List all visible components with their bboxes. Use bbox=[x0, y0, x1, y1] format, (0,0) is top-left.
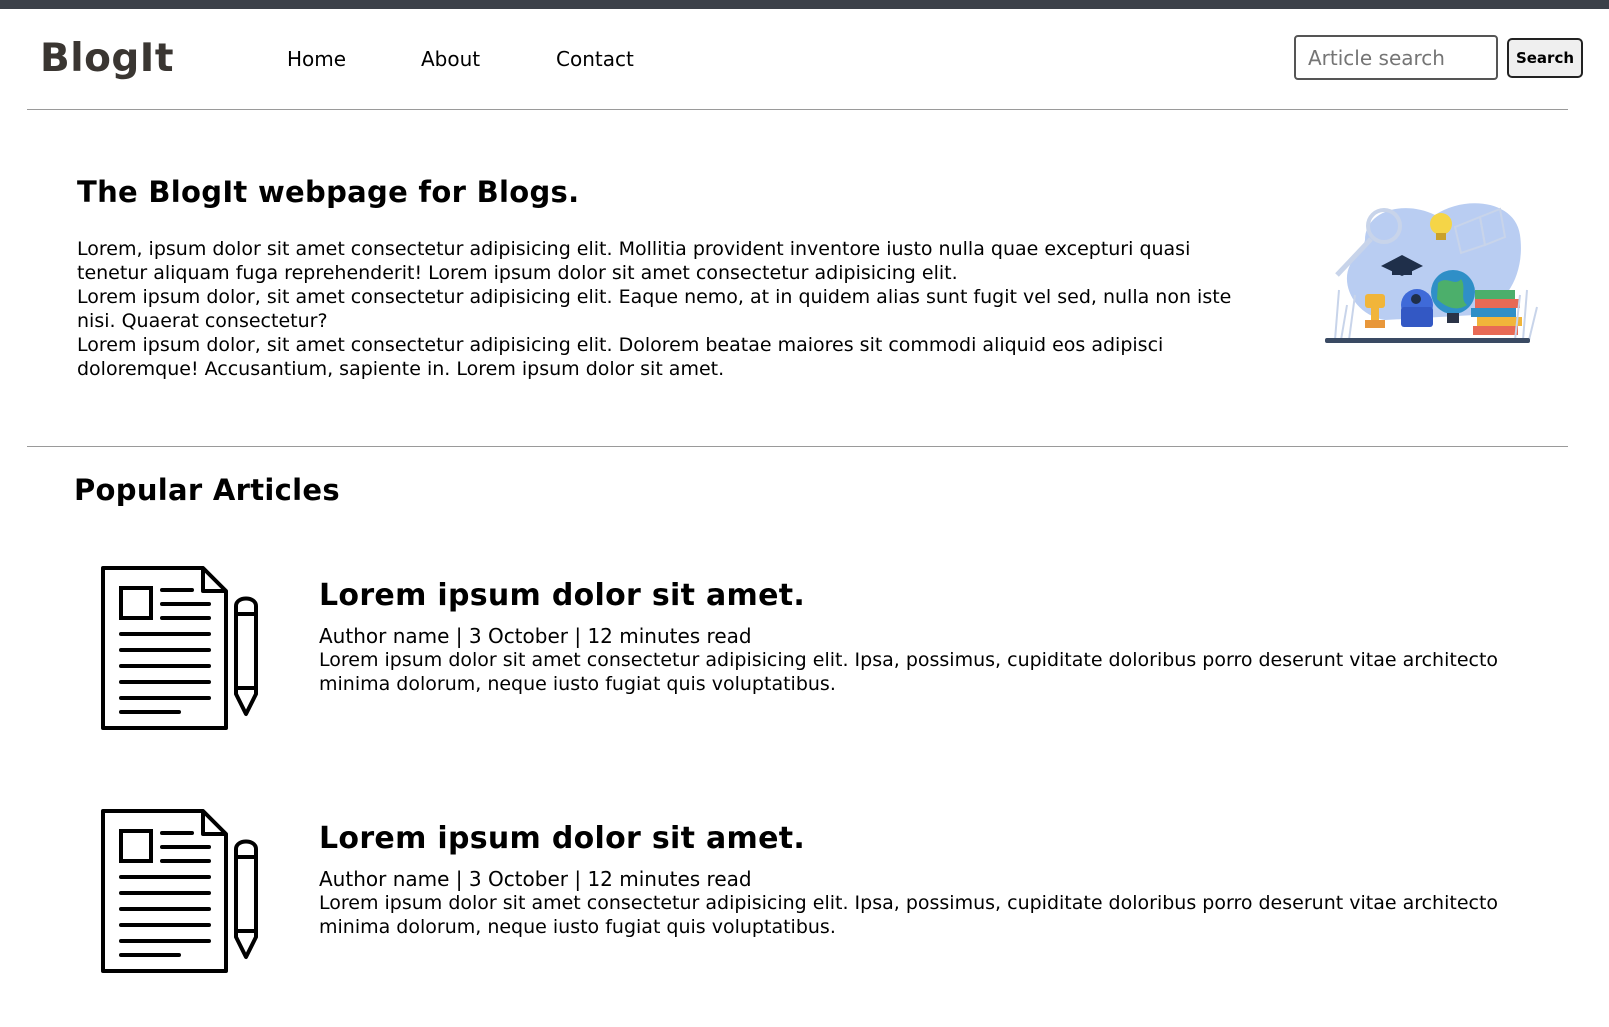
article-meta: Author name | 3 October | 12 minutes rea… bbox=[319, 624, 752, 648]
hero-paragraph: Lorem ipsum dolor, sit amet consectetur … bbox=[77, 334, 1164, 380]
article-title[interactable]: Lorem ipsum dolor sit amet. bbox=[319, 578, 805, 613]
article-description: Lorem ipsum dolor sit amet consectetur a… bbox=[319, 649, 1499, 695]
hero-text: Lorem, ipsum dolor sit amet consectetur … bbox=[77, 237, 1257, 381]
section-divider bbox=[27, 446, 1568, 447]
site-header: BlogIt Home About Contact Search bbox=[0, 9, 1609, 109]
site-logo[interactable]: BlogIt bbox=[40, 36, 174, 81]
header-divider bbox=[27, 109, 1568, 110]
education-illustration bbox=[1325, 203, 1538, 343]
section-title: Popular Articles bbox=[74, 473, 340, 507]
article-meta: Author name | 3 October | 12 minutes rea… bbox=[319, 867, 752, 891]
nav-link-contact[interactable]: Contact bbox=[556, 47, 634, 71]
browser-top-bar bbox=[0, 0, 1609, 9]
document-pencil-icon bbox=[101, 809, 258, 973]
search-button[interactable]: Search bbox=[1507, 38, 1583, 78]
hero-paragraph: Lorem ipsum dolor, sit amet consectetur … bbox=[77, 286, 1232, 332]
article-card[interactable]: Lorem ipsum dolor sit amet. Author name … bbox=[0, 564, 1609, 784]
article-card[interactable]: Lorem ipsum dolor sit amet. Author name … bbox=[0, 807, 1609, 1027]
nav-link-home[interactable]: Home bbox=[287, 47, 346, 71]
document-pencil-icon bbox=[101, 566, 258, 730]
article-description: Lorem ipsum dolor sit amet consectetur a… bbox=[319, 892, 1499, 938]
nav-link-about[interactable]: About bbox=[421, 47, 480, 71]
hero-paragraph: Lorem, ipsum dolor sit amet consectetur … bbox=[77, 238, 1191, 284]
article-search-input[interactable] bbox=[1294, 35, 1498, 80]
hero-title: The BlogIt webpage for Blogs. bbox=[77, 175, 580, 209]
article-title[interactable]: Lorem ipsum dolor sit amet. bbox=[319, 821, 805, 856]
